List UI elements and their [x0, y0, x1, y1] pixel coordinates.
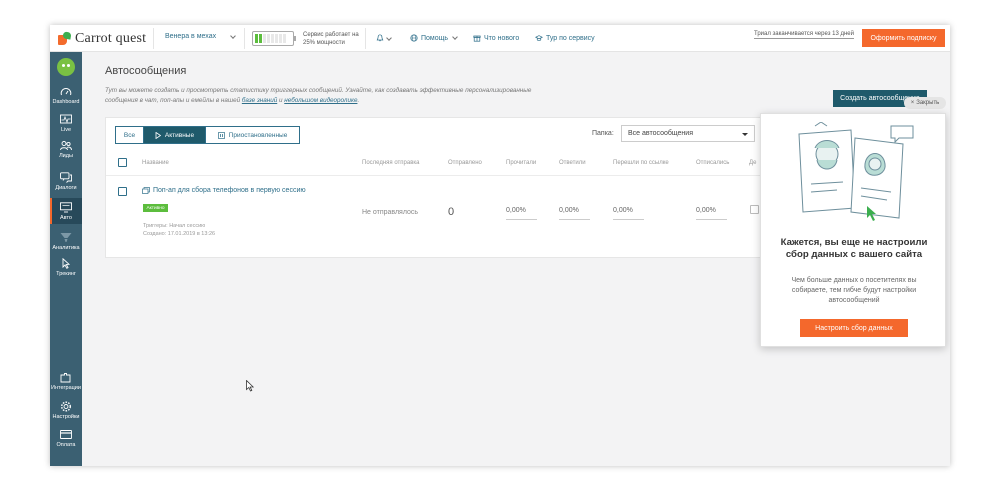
clicked-value: 0,00%	[613, 207, 644, 220]
pulse-icon	[60, 114, 72, 124]
avatar[interactable]	[57, 58, 75, 76]
page-title: Автосообщения	[105, 65, 187, 77]
play-icon	[155, 131, 161, 139]
popup-title: Кажется, вы еще не настроили сбор данных…	[780, 237, 928, 260]
divider	[106, 175, 806, 176]
status-filter: Все Активные Приостановленные	[115, 126, 300, 144]
sidebar-item-leads[interactable]: Лиды	[50, 140, 82, 159]
sidebar-item-auto[interactable]: Авто	[50, 198, 82, 224]
row-toggle[interactable]	[750, 205, 759, 214]
folder-select[interactable]: Все автосообщения	[621, 125, 755, 142]
monitor-icon	[60, 202, 72, 213]
folder-label: Папка:	[592, 130, 614, 137]
service-capacity-text: Сервис работает на 25% мощности	[303, 32, 359, 46]
automessages-card: Все Активные Приостановленные Папка: Все…	[105, 117, 806, 258]
sidebar-item-analytics[interactable]: Аналитика	[50, 232, 82, 251]
column-header: Прочитали	[506, 160, 537, 166]
unsubscribed-value: 0,00%	[696, 207, 727, 220]
row-checkbox[interactable]	[118, 187, 127, 196]
app-window: Carrot quest Венера в мехах Сервис работ…	[50, 25, 950, 466]
chevron-down-icon	[230, 33, 236, 39]
capacity-battery-icon	[252, 31, 296, 46]
filter-active[interactable]: Активные	[144, 127, 206, 143]
card-icon	[60, 430, 72, 439]
data-collection-popup: Кажется, вы еще не настроили сбор данных…	[760, 113, 946, 347]
column-header: Название	[142, 160, 169, 166]
sidebar-item-dialogs[interactable]: Диалоги	[50, 172, 82, 191]
gauge-icon	[60, 88, 72, 96]
cursor-icon	[62, 258, 71, 269]
replied-value: 0,00%	[559, 207, 590, 220]
sent-value: 0	[448, 206, 455, 218]
divider	[244, 28, 245, 49]
status-badge: Активно	[143, 204, 168, 212]
trial-notice[interactable]: Триал заканчивается через 13 дней	[754, 31, 854, 39]
last-sent-value: Не отправлялось	[362, 209, 419, 216]
setup-data-collection-button[interactable]: Настроить сбор данных	[800, 319, 908, 337]
column-header: Отписались	[696, 160, 730, 166]
column-header: Последняя отправка	[362, 160, 420, 166]
divider	[365, 28, 366, 49]
whats-new-link[interactable]: Что нового	[473, 34, 519, 42]
subscribe-button[interactable]: Оформить подписку	[862, 29, 945, 47]
globe-icon	[410, 34, 418, 42]
project-selector[interactable]: Венера в мехах	[165, 33, 236, 40]
tour-link[interactable]: Тур по сервису	[535, 34, 595, 42]
notifications-button[interactable]	[376, 34, 392, 42]
sidebar-item-live[interactable]: Live	[50, 114, 82, 133]
row-meta: Триггеры: Начал сессию Создано: 17.01.20…	[143, 223, 216, 237]
chat-icon	[60, 172, 72, 183]
graduation-cap-icon	[535, 35, 543, 41]
logo-text: Carrot quest	[75, 31, 147, 46]
column-header: Де	[749, 160, 757, 166]
page-description: Тут вы можете создать и просмотреть стат…	[105, 87, 532, 104]
column-header: Отправлено	[448, 160, 482, 166]
gift-icon	[473, 35, 481, 42]
chevron-down-icon	[452, 34, 458, 40]
mouse-cursor-icon	[246, 380, 254, 392]
caret-down-icon	[742, 133, 748, 136]
funnel-icon	[60, 233, 72, 242]
puzzle-icon	[60, 373, 71, 383]
sidebar-item-tracking[interactable]: Трекинг	[50, 258, 82, 277]
sidebar-item-integrations[interactable]: Интеграции	[50, 372, 82, 391]
close-icon: ×	[910, 100, 915, 106]
logo[interactable]: Carrot quest	[58, 31, 146, 47]
bell-icon	[376, 34, 384, 42]
sidebar-item-settings[interactable]: Настройки	[50, 401, 82, 420]
popup-icon	[142, 187, 150, 194]
gear-icon	[60, 401, 72, 412]
sidebar-item-billing[interactable]: Оплата	[50, 429, 82, 448]
column-header: Перешли по ссылке	[613, 160, 669, 166]
knowledge-base-link[interactable]: базе знаний	[242, 97, 277, 104]
chevron-down-icon	[386, 35, 392, 41]
automessage-title-link[interactable]: Поп-ап для сбора телефонов в первую сесс…	[142, 187, 306, 194]
project-name: Венера в мехах	[165, 33, 217, 40]
pause-icon	[217, 131, 225, 139]
users-icon	[60, 141, 72, 151]
profiles-illustration-icon	[798, 122, 914, 221]
carrot-logo-icon	[58, 31, 72, 46]
close-popup-button[interactable]: × Закрыть	[904, 97, 946, 109]
filter-all[interactable]: Все	[116, 127, 144, 143]
sidebar: Dashboard Live Лиды Диалоги Авто Аналити…	[50, 52, 82, 466]
read-value: 0,00%	[506, 207, 537, 220]
column-header: Ответили	[559, 160, 586, 166]
video-link[interactable]: небольшом видеоролике	[284, 97, 357, 104]
filter-paused[interactable]: Приостановленные	[206, 127, 299, 143]
help-menu[interactable]: Помощь	[410, 34, 458, 42]
top-bar: Carrot quest Венера в мехах Сервис работ…	[50, 25, 950, 52]
divider	[153, 28, 154, 49]
select-all-checkbox[interactable]	[118, 158, 127, 167]
sidebar-item-dashboard[interactable]: Dashboard	[50, 86, 82, 105]
popup-text: Чем больше данных о посетителях вы собир…	[791, 277, 917, 304]
